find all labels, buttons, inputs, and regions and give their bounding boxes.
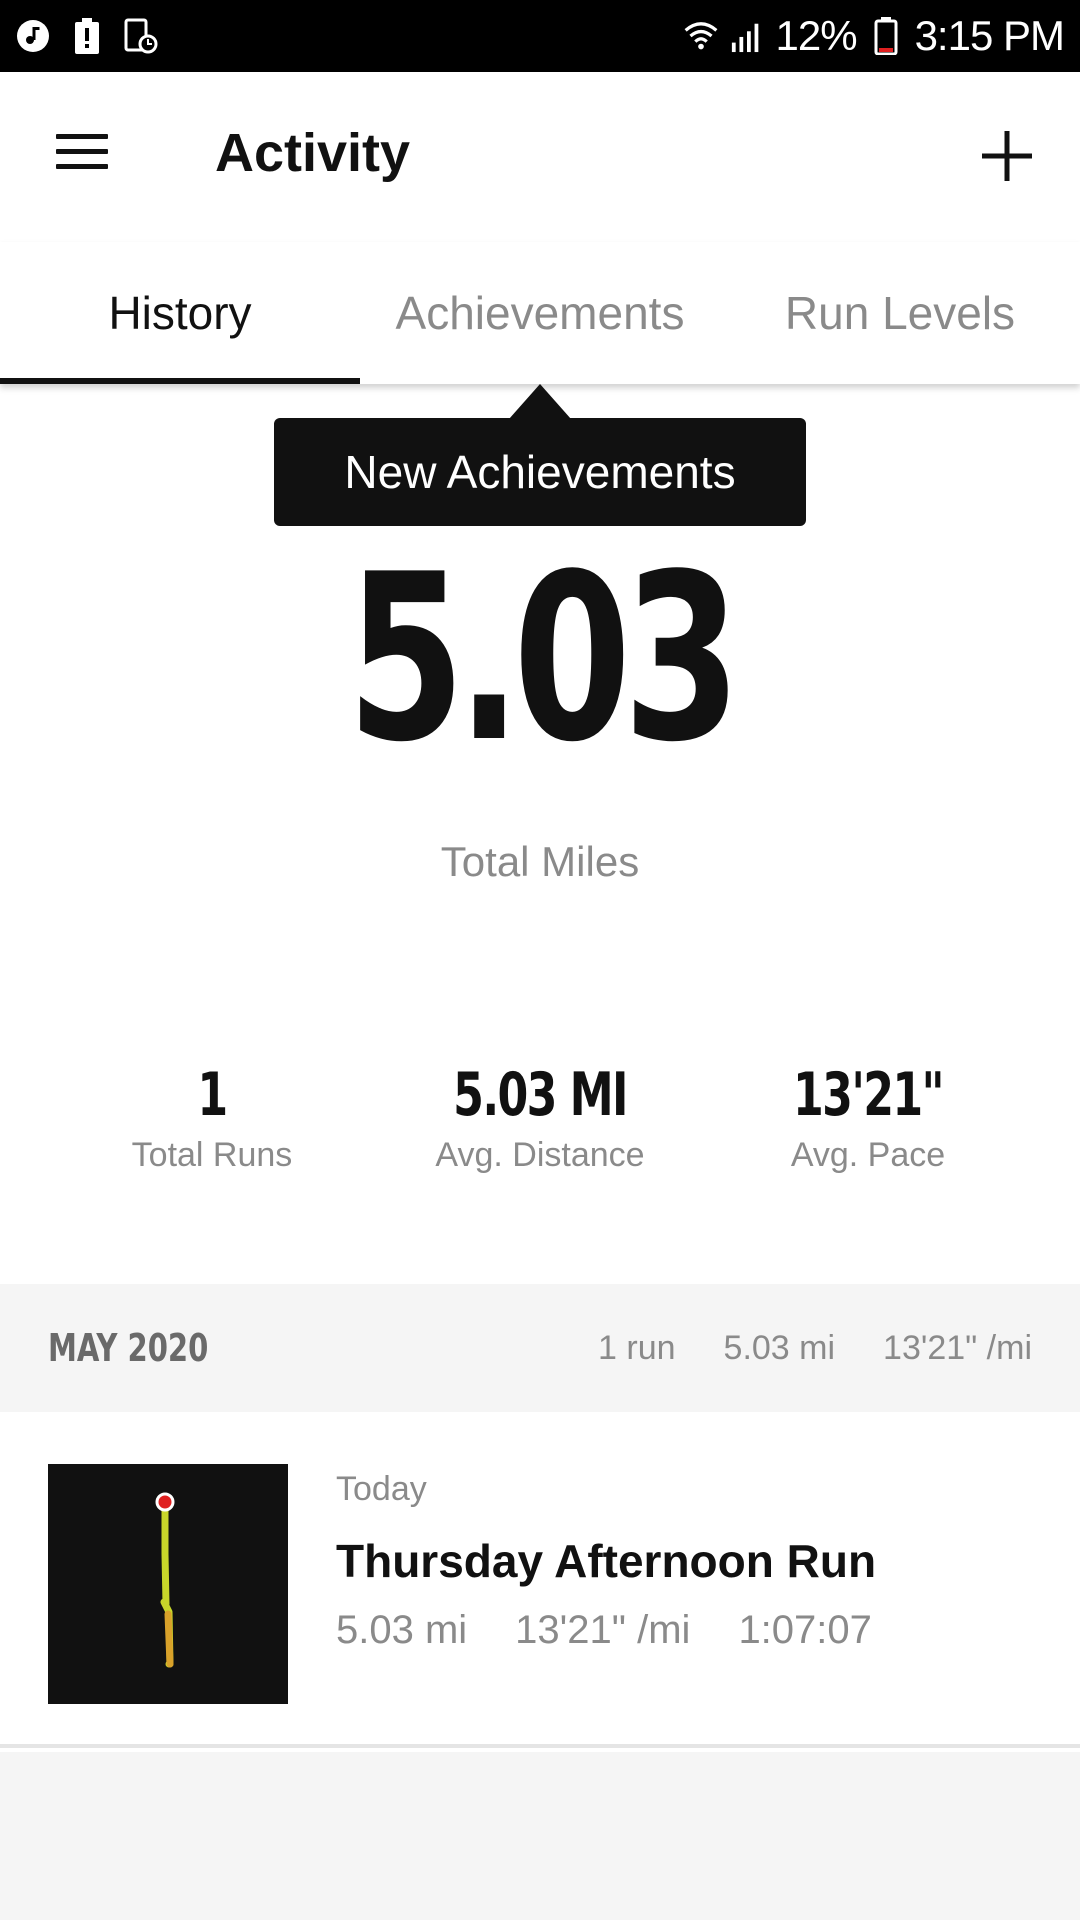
route-path	[155, 1492, 175, 1668]
music-icon	[16, 19, 50, 53]
run-date: Today	[336, 1470, 427, 1508]
clock: 3:15 PM	[914, 12, 1065, 59]
run-list-item[interactable]: Today Thursday Afternoon Run 5.03 mi 13'…	[0, 1412, 1080, 1748]
battery-alert-icon	[70, 18, 104, 54]
status-right: 12% 3:15 PM	[684, 12, 1065, 60]
tab-bar: History Achievements Run Levels	[0, 242, 1080, 384]
stat-value: 13'21"	[793, 1060, 945, 1130]
battery-percent: 12%	[775, 12, 858, 59]
wifi-icon	[684, 19, 718, 53]
tab-history[interactable]: History	[0, 242, 360, 384]
run-pace: 13'21" /mi	[515, 1608, 691, 1652]
stat-avg-distance: 5.03 MI Avg. Distance	[360, 1060, 720, 1175]
run-distance: 5.03 mi	[336, 1608, 468, 1652]
stat-value: 5.03 MI	[453, 1060, 628, 1130]
tab-achievements[interactable]: Achievements	[360, 242, 720, 384]
stat-avg-pace: 13'21" Avg. Pace	[688, 1060, 1048, 1175]
page-title: Activity	[215, 123, 411, 183]
run-title: Thursday Afternoon Run	[336, 1535, 877, 1587]
stat-label: Avg. Pace	[790, 1136, 946, 1174]
month-title: MAY 2020	[48, 1326, 209, 1370]
total-miles-value: 5.03	[347, 526, 741, 793]
stat-label: Total Runs	[131, 1136, 293, 1174]
signal-icon	[730, 19, 764, 53]
new-achievements-tooltip[interactable]: New Achievements	[274, 418, 806, 526]
stat-value: 1	[197, 1060, 228, 1130]
battery-icon	[869, 17, 903, 55]
stats-row: 1 Total Runs 5.03 MI Avg. Distance 13'21…	[0, 1060, 1080, 1190]
plus-icon[interactable]	[980, 129, 1034, 183]
run-duration: 1:07:07	[738, 1608, 872, 1652]
month-runs: 1 run	[598, 1328, 676, 1367]
menu-icon[interactable]	[52, 130, 112, 174]
status-bar: 12% 3:15 PM	[0, 0, 1080, 72]
stat-label: Avg. Distance	[435, 1136, 645, 1174]
month-distance: 5.03 mi	[723, 1328, 836, 1367]
route-map-thumbnail	[48, 1464, 288, 1704]
empty-list-area	[0, 1752, 1080, 1920]
stat-total-runs: 1 Total Runs	[32, 1060, 392, 1175]
total-miles-label: Total Miles	[440, 838, 640, 885]
run-meta: 5.03 mi 13'21" /mi 1:07:07	[336, 1608, 872, 1653]
tooltip-arrow	[509, 384, 571, 419]
tab-run-levels[interactable]: Run Levels	[720, 242, 1080, 384]
month-stats: 1 run 5.03 mi 13'21" /mi	[598, 1329, 1032, 1368]
month-pace: 13'21" /mi	[883, 1328, 1032, 1367]
screen-record-icon	[124, 18, 158, 54]
month-header: MAY 2020 1 run 5.03 mi 13'21" /mi	[0, 1284, 1080, 1412]
status-left-icons	[16, 18, 158, 54]
route-start-marker	[155, 1492, 175, 1512]
app-bar: Activity	[0, 72, 1080, 242]
